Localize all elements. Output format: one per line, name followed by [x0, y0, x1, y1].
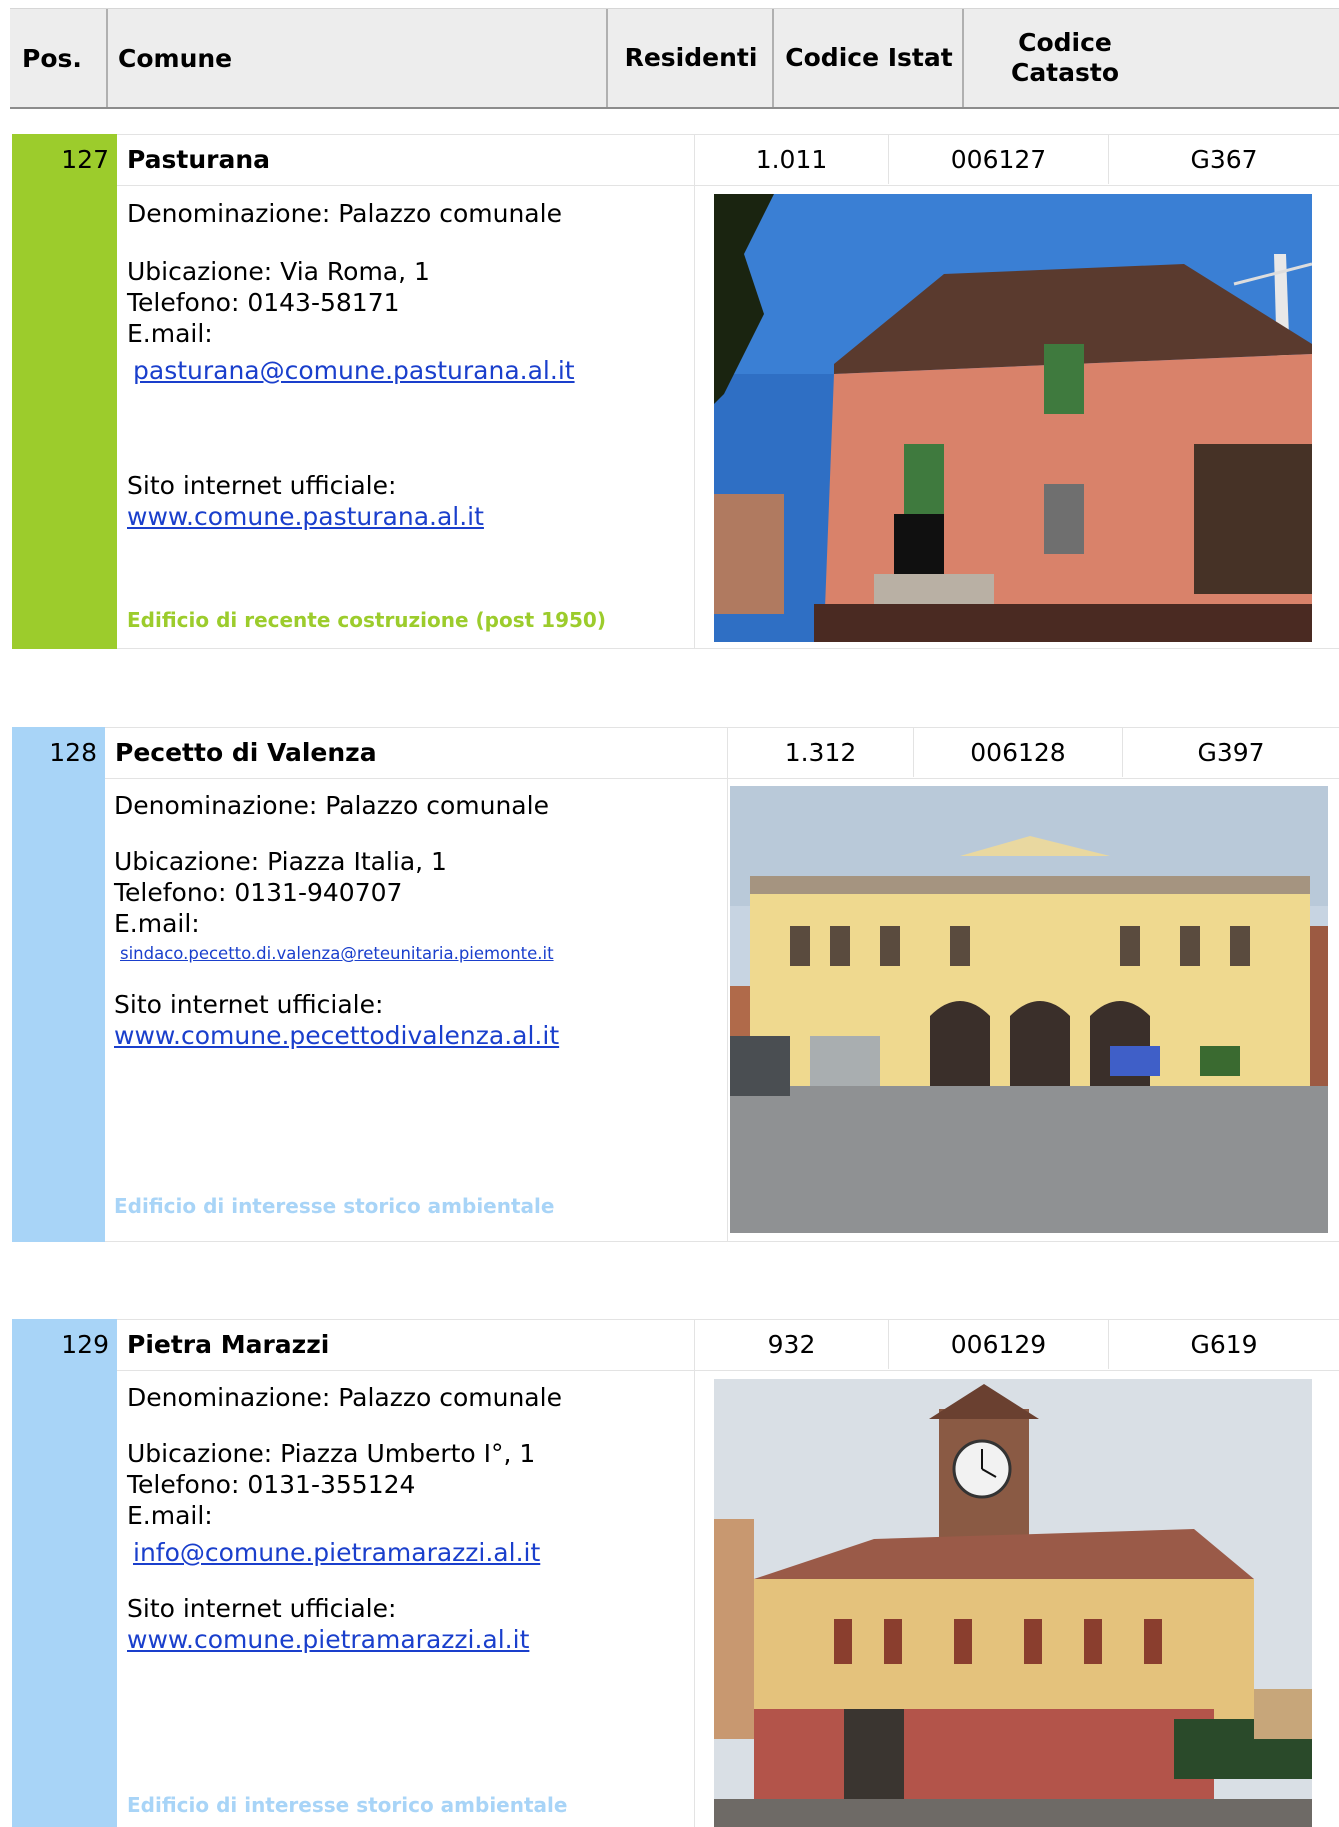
ubicazione: Ubicazione: Via Roma, 1	[127, 257, 430, 286]
entry-name: Pietra Marazzi	[127, 1329, 330, 1359]
entry-residenti: 932	[694, 1319, 888, 1369]
entry-catasto: G367	[1108, 134, 1339, 184]
town-hall-photo	[730, 786, 1328, 1233]
header-codice-istat: Codice Istat	[772, 9, 964, 107]
website-link[interactable]: www.comune.pasturana.al.it	[127, 502, 484, 531]
entry-residenti: 1.312	[727, 727, 913, 777]
telefono: Telefono: 0131-940707	[114, 878, 403, 907]
denominazione: Denominazione: Palazzo comunale	[127, 199, 562, 228]
denominazione: Denominazione: Palazzo comunale	[127, 1383, 562, 1412]
building-category: Edificio di interesse storico ambientale	[127, 1793, 568, 1817]
email-link[interactable]: sindaco.pecetto.di.valenza@reteunitaria.…	[120, 944, 554, 963]
email-label: E.mail:	[127, 1501, 213, 1530]
website-link[interactable]: www.comune.pietramarazzi.al.it	[127, 1625, 529, 1654]
header-comune: Comune	[106, 9, 606, 107]
entry-istat: 006127	[888, 134, 1108, 184]
town-hall-photo	[714, 194, 1312, 642]
building-category: Edificio di recente costruzione (post 19…	[127, 608, 606, 632]
entry-details: Denominazione: Palazzo comunale Ubicazio…	[114, 790, 724, 1051]
sito-label: Sito internet ufficiale:	[127, 1594, 397, 1623]
town-hall-photo	[714, 1379, 1312, 1827]
category-strip	[12, 1319, 117, 1827]
entry-details: Denominazione: Palazzo comunale Ubicazio…	[127, 198, 687, 532]
website-link[interactable]: www.comune.pecettodivalenza.al.it	[114, 1021, 559, 1050]
entry-details: Denominazione: Palazzo comunale Ubicazio…	[127, 1382, 687, 1655]
comune-entry-pecetto-di-valenza: 128 Pecetto di Valenza 1.312 006128 G397…	[12, 727, 1339, 1242]
header-pos: Pos.	[22, 43, 82, 73]
entry-istat: 006128	[913, 727, 1122, 777]
comune-entry-pietra-marazzi: 129 Pietra Marazzi 932 006129 G619 Denom…	[12, 1319, 1339, 1827]
sito-label: Sito internet ufficiale:	[127, 471, 397, 500]
entry-pos: 129	[61, 1329, 109, 1359]
entry-catasto: G397	[1122, 727, 1339, 777]
category-strip	[12, 727, 105, 1242]
table-header: Pos. Comune Residenti Codice Istat Codic…	[10, 8, 1339, 109]
telefono: Telefono: 0143-58171	[127, 288, 400, 317]
category-strip	[12, 134, 117, 649]
entry-pos: 128	[49, 737, 97, 767]
sito-label: Sito internet ufficiale:	[114, 990, 384, 1019]
entry-pos: 127	[61, 144, 109, 174]
email-link[interactable]: info@comune.pietramarazzi.al.it	[133, 1538, 540, 1567]
email-link[interactable]: pasturana@comune.pasturana.al.it	[133, 356, 575, 385]
building-category: Edificio di interesse storico ambientale	[114, 1194, 555, 1218]
entry-name: Pecetto di Valenza	[115, 737, 377, 767]
ubicazione: Ubicazione: Piazza Umberto I°, 1	[127, 1439, 536, 1468]
telefono: Telefono: 0131-355124	[127, 1470, 416, 1499]
email-label: E.mail:	[114, 909, 200, 938]
entry-residenti: 1.011	[694, 134, 888, 184]
ubicazione: Ubicazione: Piazza Italia, 1	[114, 847, 447, 876]
entry-istat: 006129	[888, 1319, 1108, 1369]
entry-name: Pasturana	[127, 144, 271, 174]
header-codice-catasto: Codice Catasto	[962, 9, 1166, 107]
comune-entry-pasturana: 127 Pasturana 1.011 006127 G367 Denomina…	[12, 134, 1339, 649]
entry-catasto: G619	[1108, 1319, 1339, 1369]
header-residenti: Residenti	[606, 9, 774, 107]
denominazione: Denominazione: Palazzo comunale	[114, 791, 549, 820]
email-label: E.mail:	[127, 319, 213, 348]
